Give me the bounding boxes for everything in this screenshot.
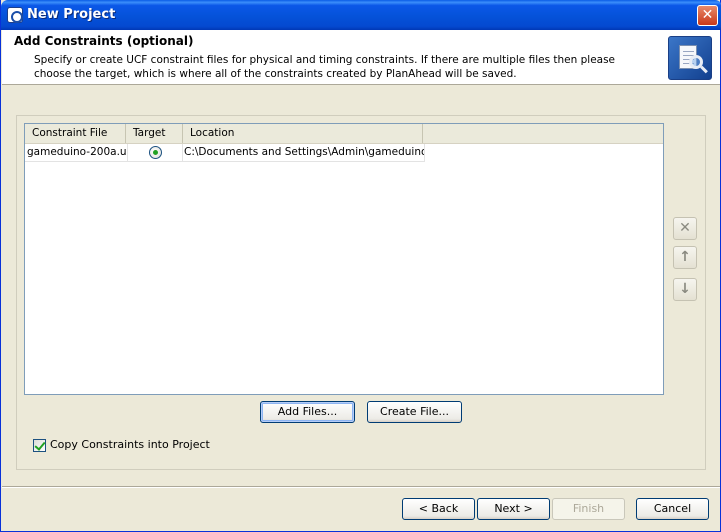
page-title: Add Constraints (optional) (14, 34, 194, 48)
target-radio[interactable] (149, 146, 162, 159)
create-file-button[interactable]: Create File... (367, 401, 462, 423)
new-project-window: New Project ✕ Add Constraints (optional)… (0, 0, 721, 532)
target-cell (128, 144, 183, 162)
back-button[interactable]: < Back (402, 498, 475, 520)
close-button[interactable]: ✕ (697, 5, 718, 26)
column-header-constraint-file[interactable]: Constraint File (25, 124, 126, 143)
window-title: New Project (27, 7, 116, 22)
column-header-location[interactable]: Location (183, 124, 423, 143)
move-down-button[interactable]: ↓ (673, 278, 697, 301)
add-files-button[interactable]: Add Files... (260, 401, 355, 423)
next-button[interactable]: Next > (477, 498, 550, 520)
page-description: Specify or create UCF constraint files f… (34, 54, 616, 80)
move-up-button[interactable]: ↑ (673, 246, 697, 269)
table-header: Constraint File Target Location (25, 124, 663, 144)
app-icon (7, 7, 23, 23)
remove-file-button[interactable]: ✕ (673, 217, 697, 240)
constraint-files-table[interactable]: Constraint File Target Location gameduin… (24, 123, 664, 395)
footer-separator (2, 486, 720, 488)
title-bar[interactable]: New Project ✕ (1, 0, 721, 30)
constraints-wizard-icon (668, 36, 712, 80)
wizard-header: Add Constraints (optional) Specify or cr… (2, 30, 720, 85)
column-header-target[interactable]: Target (126, 124, 183, 143)
table-row[interactable]: gameduino-200a.ucf C:\Documents and Sett… (25, 144, 425, 162)
copy-constraints-checkbox[interactable] (33, 439, 46, 452)
cancel-button[interactable]: Cancel (636, 498, 709, 520)
copy-constraints-label[interactable]: Copy Constraints into Project (50, 438, 210, 451)
constraint-file-cell: gameduino-200a.ucf (25, 144, 128, 162)
finish-button[interactable]: Finish (552, 498, 625, 520)
magnifier-handle (700, 65, 708, 74)
location-cell: C:\Documents and Settings\Admin\gameduin… (183, 144, 425, 162)
